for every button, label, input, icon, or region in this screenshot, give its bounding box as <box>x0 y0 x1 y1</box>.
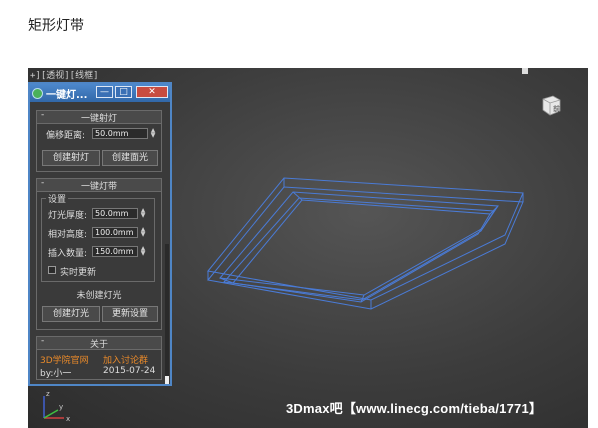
offset-input[interactable]: 50.0mm <box>92 128 148 139</box>
rollout-spotlight: - 一键射灯 偏移距离: 50.0mm ▲ ▼ 创建射灯 创建面光 <box>36 110 162 172</box>
panel-scrollbar[interactable] <box>165 244 169 384</box>
realtime-update-checkbox[interactable] <box>48 266 56 274</box>
thickness-input[interactable]: 50.0mm <box>92 208 138 219</box>
rollout-light-strip-header[interactable]: - 一键灯带 <box>37 178 161 192</box>
join-group-link[interactable]: 加入讨论群 <box>103 353 148 366</box>
create-spotlight-button[interactable]: 创建射灯 <box>42 150 100 166</box>
axis-z-label: z <box>46 390 50 398</box>
viewcube-label: 前 <box>553 104 560 113</box>
height-label: 相对高度: <box>48 230 88 240</box>
watermark: 3Dmax吧【www.linecg.com/tieba/1771】 <box>286 401 543 416</box>
viewcube-icon[interactable]: 前 <box>539 93 563 117</box>
settings-group-label: 设置 <box>46 192 69 205</box>
create-area-light-button[interactable]: 创建面光 <box>102 150 158 166</box>
thickness-spinner-arrows[interactable]: ▲ ▼ <box>139 208 147 219</box>
maximize-button[interactable]: □ <box>115 86 132 98</box>
axis-y-label: y <box>59 403 63 411</box>
realtime-update-label: 实时更新 <box>60 268 97 278</box>
rollout-about-header[interactable]: - 关于 <box>37 336 161 350</box>
rollout-light-strip-title: 一键灯带 <box>80 182 117 192</box>
minimize-button[interactable]: — <box>96 86 113 98</box>
status-text: 未创建灯光 <box>76 291 122 301</box>
offset-label: 偏移距离: <box>46 131 86 141</box>
tool-panel[interactable]: 一键灯... — □ ✕ - 一键射灯 偏移距离: 50.0mm ▲ ▼ 创建射灯… <box>28 82 172 386</box>
offset-spinner-arrows[interactable]: ▲ ▼ <box>149 128 157 139</box>
close-button[interactable]: ✕ <box>136 86 168 98</box>
insert-count-input[interactable]: 150.0mm <box>92 246 138 257</box>
height-input[interactable]: 100.0mm <box>92 227 138 238</box>
panel-titlebar[interactable]: 一键灯... — □ ✕ <box>30 84 170 102</box>
settings-group: 设置 灯光厚度: 50.0mm ▲ ▼ 相对高度: 100.0mm ▲ ▼ 插入数量… <box>41 192 155 282</box>
axis-x-label: x <box>66 415 70 423</box>
insert-count-label: 插入数量: <box>48 249 88 259</box>
author-text: by:小一 <box>40 369 72 379</box>
axis-gizmo-icon: x y z <box>43 390 70 423</box>
panel-scrollbar-thumb[interactable] <box>165 376 169 384</box>
update-settings-button[interactable]: 更新设置 <box>102 306 158 322</box>
rollout-light-strip: - 一键灯带 设置 灯光厚度: 50.0mm ▲ ▼ 相对高度: 100.0mm … <box>36 178 162 330</box>
official-site-link[interactable]: 3D学院官网 <box>40 353 89 366</box>
rollout-about-title: 关于 <box>89 340 108 350</box>
app-icon <box>32 87 43 99</box>
page-title: 矩形灯带 <box>28 18 84 34</box>
date-text: 2015-07-24 <box>103 366 156 376</box>
viewport-label[interactable]: +][透视][线框] <box>30 68 99 81</box>
height-spinner-arrows[interactable]: ▲ ▼ <box>139 227 147 238</box>
thickness-label: 灯光厚度: <box>48 211 88 221</box>
rollout-about: - 关于 3D学院官网 加入讨论群 by:小一 2015-07-24 <box>36 336 162 380</box>
insert-count-spinner-arrows[interactable]: ▲ ▼ <box>139 246 147 257</box>
rollout-spotlight-header[interactable]: - 一键射灯 <box>37 110 161 124</box>
viewport-marker <box>522 68 528 74</box>
rollout-spotlight-title: 一键射灯 <box>80 114 117 124</box>
panel-title: 一键灯... <box>46 89 88 101</box>
create-light-button[interactable]: 创建灯光 <box>42 306 100 322</box>
